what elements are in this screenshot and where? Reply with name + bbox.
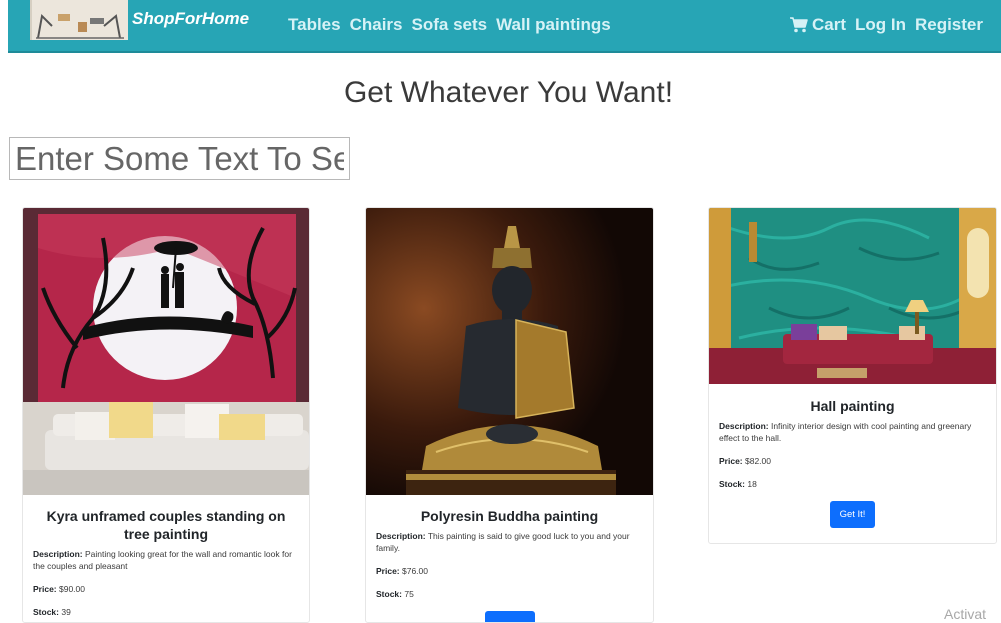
product-stock: Stock: 75	[376, 588, 643, 600]
nav-links: Tables Chairs Sofa sets Wall paintings	[288, 15, 611, 35]
product-image-couple-painting[interactable]	[23, 208, 310, 495]
login-link[interactable]: Log In	[855, 15, 906, 35]
price-value: $82.00	[745, 456, 771, 466]
product-price: Price: $76.00	[376, 565, 643, 577]
price-label: Price:	[33, 584, 57, 594]
price-label: Price:	[376, 566, 400, 576]
windows-activation-watermark: Activat	[944, 606, 987, 622]
nav-link-tables[interactable]: Tables	[288, 15, 341, 35]
product-stock: Stock: 18	[719, 478, 986, 490]
description-label: Description:	[33, 549, 83, 559]
product-image-buddha-painting[interactable]	[366, 208, 654, 495]
product-card: Polyresin Buddha painting Description: T…	[365, 207, 654, 623]
product-description: Description: Infinity interior design wi…	[719, 420, 986, 444]
get-it-button[interactable]: Get It!	[829, 501, 876, 528]
product-card: Hall painting Description: Infinity inte…	[708, 207, 997, 544]
card-body: Polyresin Buddha painting Description: T…	[366, 507, 653, 622]
stock-label: Stock:	[719, 479, 745, 489]
product-description: Description: This painting is said to gi…	[376, 530, 643, 554]
card-body: Kyra unframed couples standing on tree p…	[23, 507, 309, 622]
description-label: Description:	[376, 531, 426, 541]
stock-value: 18	[747, 479, 757, 489]
cart-icon	[789, 17, 808, 33]
nav-link-wall-paintings[interactable]: Wall paintings	[496, 15, 611, 35]
stock-label: Stock:	[33, 607, 59, 617]
register-link[interactable]: Register	[915, 15, 983, 35]
nav-right: Cart Log In Register	[789, 15, 983, 35]
price-value: $90.00	[59, 584, 85, 594]
product-price: Price: $82.00	[719, 455, 986, 467]
nav-link-chairs[interactable]: Chairs	[350, 15, 403, 35]
price-label: Price:	[719, 456, 743, 466]
product-image-hall-painting[interactable]	[709, 208, 997, 384]
page-title: Get Whatever You Want!	[343, 76, 674, 109]
product-description: Description: Painting looking great for …	[33, 548, 299, 572]
product-stock: Stock: 39	[33, 606, 299, 618]
product-title: Kyra unframed couples standing on tree p…	[46, 508, 286, 542]
card-body: Hall painting Description: Infinity inte…	[709, 397, 996, 528]
product-card: Kyra unframed couples standing on tree p…	[22, 207, 310, 623]
cart-link[interactable]: Cart	[789, 15, 846, 35]
logo-image[interactable]	[30, 0, 128, 40]
price-value: $76.00	[402, 566, 428, 576]
navbar: ShopForHome Tables Chairs Sofa sets Wall…	[8, 0, 1001, 53]
cart-label: Cart	[811, 15, 846, 34]
product-title: Hall painting	[810, 398, 895, 414]
brand-name[interactable]: ShopForHome	[132, 9, 249, 29]
product-price: Price: $90.00	[33, 583, 299, 595]
description-label: Description:	[719, 421, 769, 431]
search-input[interactable]	[9, 137, 350, 180]
get-it-button[interactable]	[484, 611, 535, 622]
stock-label: Stock:	[376, 589, 402, 599]
nav-link-sofa-sets[interactable]: Sofa sets	[412, 15, 488, 35]
stock-value: 39	[61, 607, 71, 617]
stock-value: 75	[404, 589, 414, 599]
product-title: Polyresin Buddha painting	[420, 508, 599, 524]
